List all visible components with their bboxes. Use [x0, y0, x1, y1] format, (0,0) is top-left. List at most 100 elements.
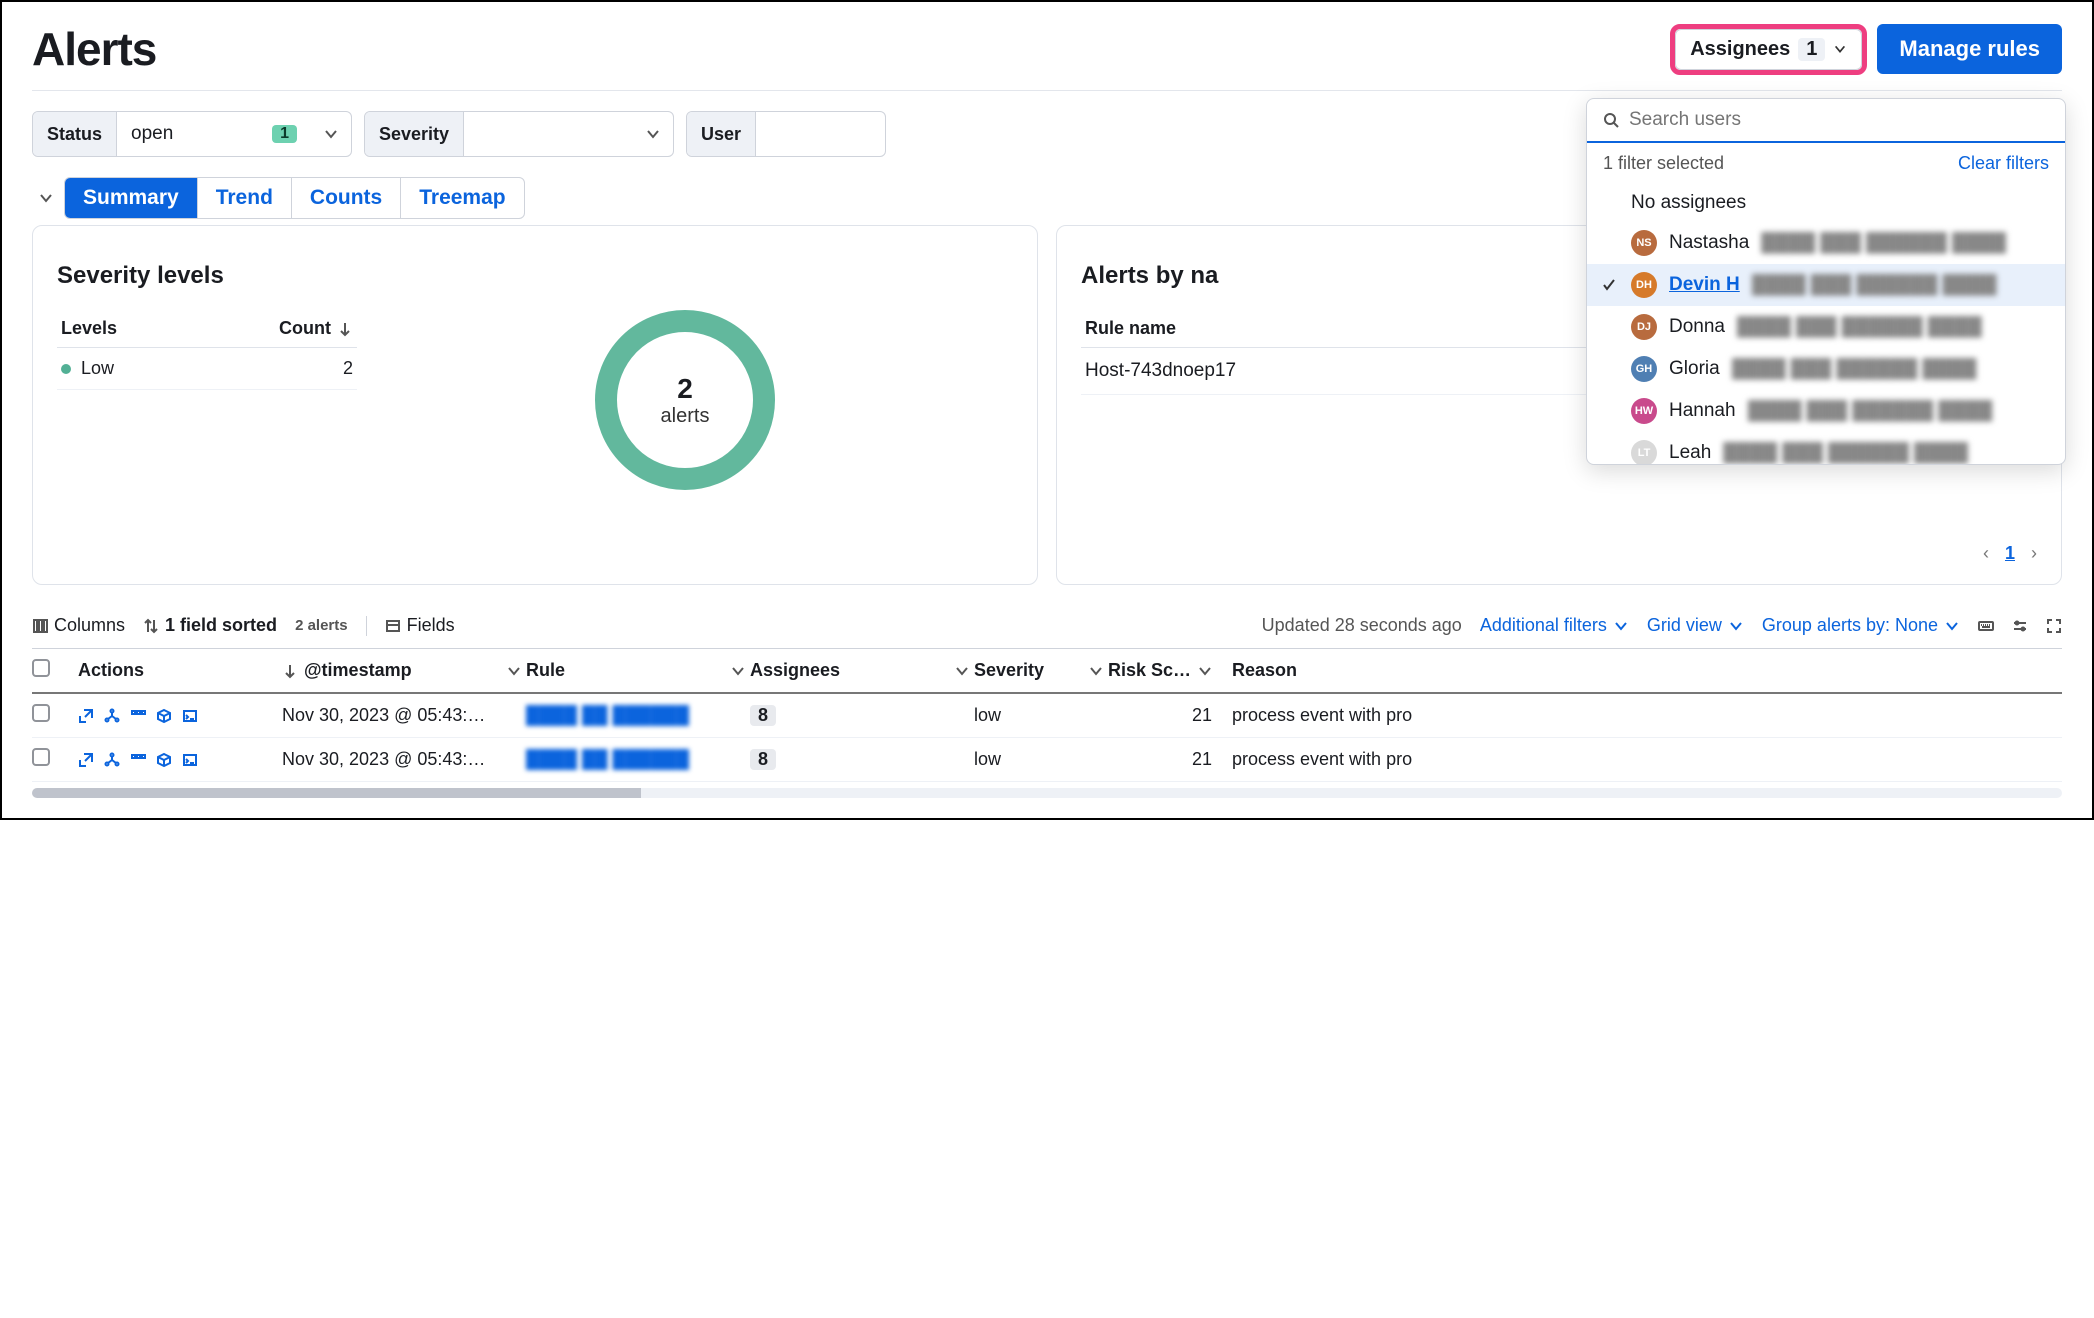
- col-reason[interactable]: Reason: [1232, 660, 2062, 681]
- page-title: Alerts: [32, 22, 156, 76]
- no-assignees-label: No assignees: [1631, 192, 1746, 214]
- analyze-icon[interactable]: [104, 752, 120, 768]
- row-checkbox[interactable]: [32, 704, 50, 722]
- col-actions: Actions: [78, 660, 278, 681]
- user-detail-redacted: ████ ███ ██████ ████: [1737, 316, 2049, 338]
- assignee-option[interactable]: NSNastasha████ ███ ██████ ████: [1587, 222, 2065, 264]
- cell-rule[interactable]: ████ ██ ██████: [526, 705, 746, 726]
- keyboard-icon[interactable]: [1978, 618, 1994, 634]
- tab-summary[interactable]: Summary: [65, 178, 198, 218]
- session-icon[interactable]: [130, 752, 146, 768]
- cube-icon[interactable]: [156, 708, 172, 724]
- terminal-icon[interactable]: [182, 752, 198, 768]
- chevron-down-icon: [1728, 618, 1744, 634]
- avatar: DJ: [1631, 314, 1657, 340]
- tab-counts[interactable]: Counts: [292, 178, 401, 218]
- group-by-button[interactable]: Group alerts by: None: [1762, 615, 1960, 636]
- manage-rules-button[interactable]: Manage rules: [1877, 24, 2062, 74]
- chevron-down-icon[interactable]: [633, 126, 673, 142]
- cell-severity: low: [974, 749, 1104, 770]
- chevron-down-icon: [1613, 618, 1629, 634]
- assignee-option[interactable]: DH Devin H ████ ███ ██████ ████: [1587, 264, 2065, 306]
- clear-filters-link[interactable]: Clear filters: [1958, 153, 2049, 174]
- cell-rule[interactable]: ████ ██ ██████: [526, 749, 746, 770]
- status-filter[interactable]: Status open 1: [32, 111, 352, 157]
- page-number[interactable]: 1: [2005, 543, 2015, 564]
- rule-col-name: Rule name: [1085, 318, 1176, 339]
- grid-view-button[interactable]: Grid view: [1647, 615, 1744, 636]
- tab-trend[interactable]: Trend: [198, 178, 292, 218]
- chevron-down-icon: [506, 663, 522, 679]
- assignee-option[interactable]: HWHannah████ ███ ██████ ████: [1587, 390, 2065, 432]
- user-detail-redacted: ████ ███ ██████ ████: [1752, 274, 2049, 296]
- row-actions: [78, 708, 278, 724]
- chevron-down-icon: [730, 663, 746, 679]
- severity-col-count[interactable]: Count: [279, 318, 331, 339]
- sort-label: 1 field sorted: [165, 615, 277, 636]
- cell-risk: 21: [1108, 749, 1228, 770]
- select-all-checkbox[interactable]: [32, 659, 50, 677]
- sort-icon: [143, 618, 159, 634]
- severity-donut-chart: 2 alerts: [595, 310, 775, 490]
- columns-label: Columns: [54, 615, 125, 636]
- chevron-down-icon: [1088, 663, 1104, 679]
- assignees-list: No assignees NSNastasha████ ███ ██████ █…: [1587, 184, 2065, 464]
- fullscreen-icon[interactable]: [2046, 618, 2062, 634]
- pagination: ‹ 1 ›: [1983, 543, 2037, 564]
- grid-view-label: Grid view: [1647, 615, 1722, 636]
- col-timestamp[interactable]: @timestamp: [282, 660, 522, 681]
- cube-icon[interactable]: [156, 752, 172, 768]
- fields-button[interactable]: Fields: [385, 615, 455, 636]
- page-prev-icon[interactable]: ‹: [1983, 543, 1989, 564]
- col-risk[interactable]: Risk Sc…: [1108, 660, 1228, 681]
- user-detail-redacted: ████ ███ ██████ ████: [1748, 400, 2049, 422]
- expand-icon[interactable]: [78, 708, 94, 724]
- col-assignees[interactable]: Assignees: [750, 660, 970, 681]
- terminal-icon[interactable]: [182, 708, 198, 724]
- row-actions: [78, 752, 278, 768]
- analyze-icon[interactable]: [104, 708, 120, 724]
- user-name: Hannah: [1669, 400, 1736, 422]
- columns-button[interactable]: Columns: [32, 615, 125, 636]
- user-name: Leah: [1669, 442, 1711, 464]
- status-filter-value: open: [131, 123, 173, 145]
- chevron-down-icon: [1197, 663, 1213, 679]
- severity-filter[interactable]: Severity: [364, 111, 674, 157]
- avatar: DH: [1631, 272, 1657, 298]
- col-rule[interactable]: Rule: [526, 660, 746, 681]
- page-next-icon[interactable]: ›: [2031, 543, 2037, 564]
- group-by-label: Group alerts by: None: [1762, 615, 1938, 636]
- divider: [366, 616, 367, 636]
- cell-assignees: 8: [750, 705, 776, 726]
- user-filter-label: User: [687, 112, 756, 156]
- assignee-option[interactable]: LTLeah████ ███ ██████ ████: [1587, 432, 2065, 464]
- filter-selected-text: 1 filter selected: [1603, 153, 1724, 174]
- col-severity[interactable]: Severity: [974, 660, 1104, 681]
- collapse-panel-icon[interactable]: [32, 184, 60, 212]
- tab-treemap[interactable]: Treemap: [401, 178, 523, 218]
- settings-icon[interactable]: [2012, 618, 2028, 634]
- severity-row: Low 2: [57, 348, 357, 390]
- assignee-option[interactable]: DJDonna████ ███ ██████ ████: [1587, 306, 2065, 348]
- horizontal-scrollbar[interactable]: [32, 788, 2062, 798]
- user-name: Devin H: [1669, 274, 1740, 296]
- session-icon[interactable]: [130, 708, 146, 724]
- search-users-input[interactable]: [1629, 109, 2049, 131]
- chevron-down-icon[interactable]: [311, 126, 351, 142]
- fields-icon: [385, 618, 401, 634]
- expand-icon[interactable]: [78, 752, 94, 768]
- table-row: Nov 30, 2023 @ 05:43:…████ ██ ██████8low…: [32, 738, 2062, 782]
- status-filter-label: Status: [33, 112, 117, 156]
- user-name: Gloria: [1669, 358, 1720, 380]
- assignees-dropdown-button[interactable]: Assignees 1: [1675, 29, 1862, 70]
- severity-dot-icon: [61, 364, 71, 374]
- chevron-down-icon: [1944, 618, 1960, 634]
- sort-down-icon: [282, 663, 298, 679]
- severity-row-label: Low: [81, 358, 114, 378]
- no-assignees-option[interactable]: No assignees: [1587, 184, 2065, 222]
- user-filter[interactable]: User: [686, 111, 886, 157]
- assignee-option[interactable]: GHGloria████ ███ ██████ ████: [1587, 348, 2065, 390]
- row-checkbox[interactable]: [32, 748, 50, 766]
- additional-filters-button[interactable]: Additional filters: [1480, 615, 1629, 636]
- sort-button[interactable]: 1 field sorted: [143, 615, 277, 636]
